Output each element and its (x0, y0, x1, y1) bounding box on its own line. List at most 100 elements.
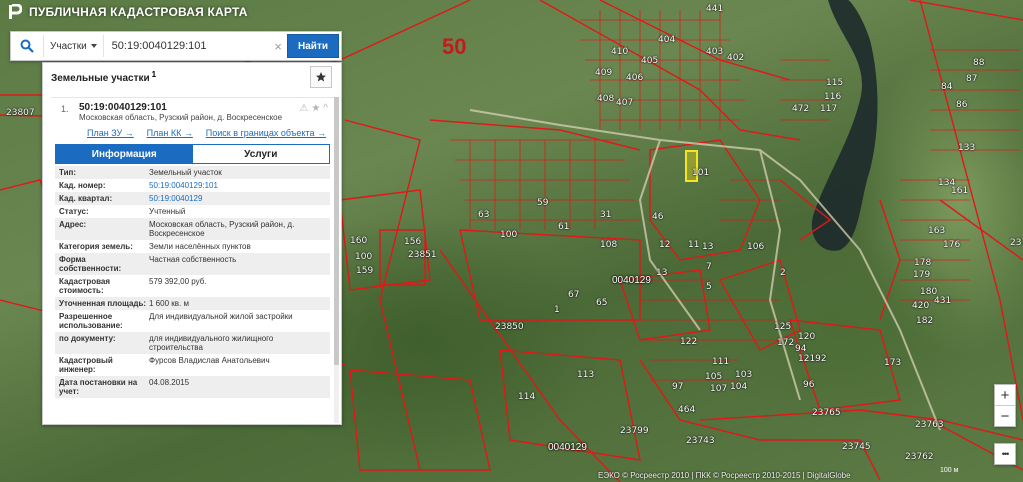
parcel-number-label[interactable]: 420 (912, 301, 929, 311)
parcel-number-label[interactable]: 160 (350, 236, 367, 246)
parcel-number-label[interactable]: 12 (659, 240, 670, 250)
parcel-number-label[interactable]: 107 (710, 384, 727, 394)
chevron-up-icon[interactable]: ^ (323, 103, 328, 114)
zoom-out-button[interactable]: − (995, 406, 1015, 426)
parcel-number-label[interactable]: 113 (577, 370, 594, 380)
parcel-number-label[interactable]: 87 (966, 74, 977, 84)
parcel-number-label[interactable]: 100 (355, 252, 372, 262)
warning-icon[interactable]: ⚠ (299, 103, 308, 114)
parcel-number-label[interactable]: 116 (824, 92, 841, 102)
parcel-number-label[interactable]: 23765 (812, 408, 841, 418)
parcel-number-label[interactable]: 182 (916, 316, 933, 326)
parcel-number-label[interactable]: 13 (656, 268, 667, 278)
search-in-bounds-link[interactable]: Поиск в границах объекта → (206, 128, 326, 138)
parcel-number-label[interactable]: 84 (941, 82, 952, 92)
parcel-number-label[interactable]: 409 (595, 68, 612, 78)
parcel-number-label[interactable]: 23745 (842, 442, 871, 452)
parcel-number-label[interactable]: 172 (777, 338, 794, 348)
search-input[interactable] (103, 34, 270, 58)
parcel-number-label[interactable]: 114 (518, 392, 535, 402)
parcel-number-label[interactable]: 408 (597, 94, 614, 104)
parcel-number-label[interactable]: 176 (943, 240, 960, 250)
parcel-number-label[interactable]: 161 (951, 186, 968, 196)
parcel-number-label[interactable]: 178 (914, 258, 931, 268)
parcel-number-label[interactable]: 23743 (686, 436, 715, 446)
parcel-number-label[interactable]: 86 (956, 100, 967, 110)
parcel-number-label[interactable]: 120 (798, 332, 815, 342)
star-icon[interactable] (310, 66, 332, 88)
parcel-number-label[interactable]: 117 (820, 104, 837, 114)
parcel-number-label[interactable]: 406 (626, 73, 643, 83)
parcel-number-label[interactable]: 97 (672, 382, 683, 392)
parcel-number-label[interactable]: 23850 (495, 322, 524, 332)
attribute-value-link[interactable]: 50:19:0040129 (149, 194, 330, 203)
parcel-number-label[interactable]: 133 (958, 143, 975, 153)
parcel-number-label[interactable]: 96 (803, 380, 814, 390)
plan-kk-link[interactable]: План КК → (147, 128, 193, 138)
parcel-number-label[interactable]: 173 (884, 358, 901, 368)
parcel-number-label[interactable]: 13 (702, 242, 713, 252)
parcel-number-label[interactable]: 472 (792, 104, 809, 114)
parcel-number-label[interactable]: 23799 (620, 426, 649, 436)
parcel-number-label[interactable]: 404 (658, 35, 675, 45)
tab-services[interactable]: Услуги (192, 145, 329, 163)
parcel-number-label[interactable]: 23763 (915, 420, 944, 430)
parcel-number-label[interactable]: 11 (688, 240, 699, 250)
parcel-number-label[interactable]: 12192 (798, 354, 827, 364)
attribute-value-link[interactable]: 50:19:0040129:101 (149, 181, 330, 190)
zoom-in-button[interactable]: + (995, 385, 1015, 405)
parcel-number-label[interactable]: 156 (404, 237, 421, 247)
parcel-number-label[interactable]: 65 (596, 298, 607, 308)
parcel-number-label[interactable]: 179 (913, 270, 930, 280)
parcel-number-label[interactable]: 105 (705, 372, 722, 382)
search-button[interactable]: Найти (287, 34, 339, 58)
parcel-number-label[interactable]: 94 (795, 344, 806, 354)
parcel-number-label[interactable]: 104 (730, 382, 747, 392)
parcel-number-label[interactable]: 103 (735, 370, 752, 380)
parcel-number-label[interactable]: 125 (774, 322, 791, 332)
parcel-number-label[interactable]: 1 (554, 305, 560, 315)
parcel-number-label[interactable]: 159 (356, 266, 373, 276)
star-icon[interactable]: ★ (311, 103, 320, 114)
parcel-number-label[interactable]: 23807 (6, 108, 35, 118)
parcel-number-label[interactable]: 106 (747, 242, 764, 252)
parcel-number-label[interactable]: 163 (928, 226, 945, 236)
parcel-number-label[interactable]: 410 (611, 47, 628, 57)
clear-icon[interactable]: × (269, 39, 287, 54)
scrollbar-thumb[interactable] (334, 97, 339, 365)
parcel-number-label[interactable]: 2 (780, 268, 786, 278)
panel-scrollbar[interactable] (334, 97, 339, 423)
parcel-number-label[interactable]: 122 (680, 337, 697, 347)
parcel-number-label[interactable]: 63 (478, 210, 489, 220)
parcel-number-label[interactable]: 88 (973, 58, 984, 68)
parcel-number-label[interactable]: 115 (826, 78, 843, 88)
more-button[interactable]: ••• (994, 443, 1016, 465)
parcel-number-label[interactable]: 59 (537, 198, 548, 208)
parcel-number-label[interactable]: 61 (558, 222, 569, 232)
parcel-number-label[interactable]: 5 (706, 282, 712, 292)
parcel-number-label[interactable]: 464 (678, 405, 695, 415)
parcel-number-label[interactable]: 407 (616, 98, 633, 108)
parcel-number-label[interactable]: 111 (712, 357, 729, 367)
attribute-key: Тип: (59, 168, 76, 177)
tab-information[interactable]: Информация (56, 145, 193, 163)
parcel-number-label[interactable]: 7 (706, 262, 712, 272)
parcel-number-label[interactable]: 403 (706, 47, 723, 57)
parcel-number-label[interactable]: 67 (568, 290, 579, 300)
parcel-number-label[interactable]: 23781 (1010, 238, 1023, 248)
parcel-number-label[interactable]: 431 (934, 296, 951, 306)
result-item[interactable]: 1. 50:19:0040129:101 Московская область,… (51, 98, 334, 125)
parcel-number-label[interactable]: 405 (641, 56, 658, 66)
parcel-number-label[interactable]: 108 (600, 240, 617, 250)
parcel-number-label[interactable]: 46 (652, 212, 663, 222)
parcel-number-label[interactable]: 100 (500, 230, 517, 240)
search-type-dropdown[interactable]: Участки (43, 35, 104, 57)
parcel-number-label[interactable]: 31 (600, 210, 611, 220)
parcel-number-label[interactable]: 402 (727, 53, 744, 63)
parcel-number-label[interactable]: 23762 (905, 452, 934, 462)
plan-zu-link[interactable]: План ЗУ → (87, 128, 134, 138)
parcel-number-label[interactable]: 101 (692, 168, 709, 178)
search-icon[interactable] (11, 32, 43, 60)
parcel-number-label[interactable]: 441 (706, 4, 723, 14)
parcel-number-label[interactable]: 23851 (408, 250, 437, 260)
